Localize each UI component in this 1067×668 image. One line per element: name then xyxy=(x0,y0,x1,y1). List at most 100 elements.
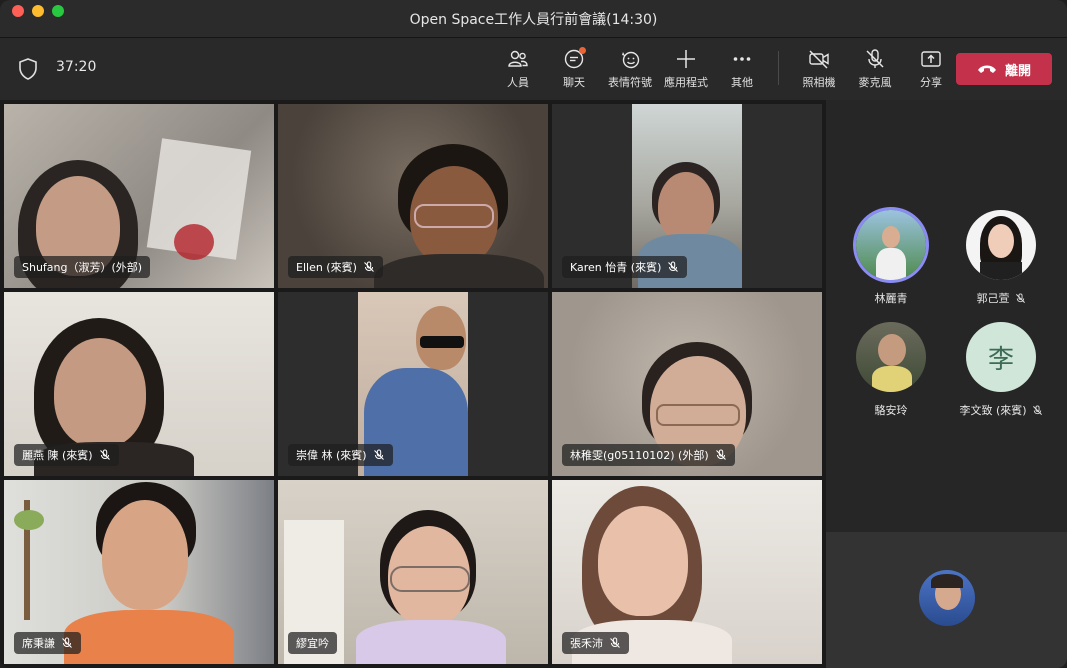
hang-up-icon xyxy=(977,65,996,73)
panel-participant-name: 林麗青 xyxy=(875,290,908,306)
participant-panel: 林麗青 郭己萱 駱安玲 李 李文致 (來賓) xyxy=(826,100,1067,532)
apps-label: 應用程式 xyxy=(664,76,708,89)
participant-name: 駱安玲 xyxy=(874,404,908,417)
avatar-hair xyxy=(931,574,963,588)
title-bar: Open Space工作人員行前會議(14:30) xyxy=(0,0,1067,38)
camera-button[interactable]: 照相機 xyxy=(791,46,847,92)
emoji-icon xyxy=(622,51,640,69)
person-body xyxy=(64,610,234,664)
share-icon xyxy=(921,51,941,67)
minimize-window-button[interactable] xyxy=(32,5,44,17)
chat-label: 聊天 xyxy=(563,76,585,89)
avatar-body xyxy=(872,366,912,392)
self-view[interactable] xyxy=(826,532,1067,668)
plus-icon xyxy=(677,50,695,68)
teams-meeting-window: Open Space工作人員行前會議(14:30) 37:20 人員 聊天 表情… xyxy=(0,0,1067,668)
person-body xyxy=(356,620,506,664)
avatar-body xyxy=(876,248,906,280)
apps-button[interactable]: 應用程式 xyxy=(658,46,714,92)
more-label: 其他 xyxy=(731,76,753,89)
video-tile[interactable]: 崇偉 林 (來賓) xyxy=(278,292,548,476)
avatar-face xyxy=(988,224,1014,258)
participant-nametag: 繆宜吟 xyxy=(288,632,337,654)
avatar-body xyxy=(980,262,1022,280)
mic-off-icon xyxy=(610,637,620,648)
avatar xyxy=(919,570,975,626)
unread-dot xyxy=(579,47,586,54)
panel-participant[interactable]: 林麗青 xyxy=(836,210,946,306)
panel-participant[interactable]: 駱安玲 xyxy=(836,322,946,418)
participant-name: 席秉謙 xyxy=(22,637,55,650)
mic-off-icon xyxy=(668,261,679,272)
camera-label: 照相機 xyxy=(802,76,836,89)
participant-name: 郭己萱 xyxy=(976,292,1010,305)
video-tile[interactable]: 林稚雯(g05110102) (外部) xyxy=(552,292,822,476)
video-tile[interactable]: 張禾沛 xyxy=(552,480,822,664)
mic-off-icon xyxy=(62,637,72,648)
participant-nametag: 林稚雯(g05110102) (外部) xyxy=(562,444,735,466)
wall-tree-leaf xyxy=(14,510,44,530)
panel-participant-name: 郭己萱 xyxy=(977,290,1026,306)
person-face xyxy=(658,172,714,242)
avatar xyxy=(856,322,926,392)
people-label: 人員 xyxy=(507,76,529,89)
mic-off-icon xyxy=(99,449,110,460)
mic-button[interactable]: 麥克風 xyxy=(847,46,903,92)
video-tile[interactable]: 麗燕 陳 (來賓) xyxy=(4,292,274,476)
more-button[interactable]: 其他 xyxy=(714,46,770,92)
person-body xyxy=(374,254,544,288)
meeting-toolbar: 37:20 人員 聊天 表情符號 應用程式 其他 照相機 麥克風 分享 離開 xyxy=(0,38,1067,100)
participant-nametag: 席秉謙 xyxy=(14,632,81,654)
panel-participant[interactable]: 郭己萱 xyxy=(946,210,1056,306)
close-window-button[interactable] xyxy=(12,5,24,17)
shield-icon[interactable] xyxy=(18,58,38,80)
avatar-initial: 李 xyxy=(966,322,1036,392)
participant-nametag: Karen 怡青 (來賓) xyxy=(562,256,688,278)
panel-participant[interactable]: 李 李文致 (來賓) xyxy=(946,322,1056,418)
participant-nametag: 崇偉 林 (來賓) xyxy=(288,444,393,466)
participant-nametag: Shufang（淑芳）(外部) xyxy=(14,256,151,278)
video-tile[interactable]: Ellen (來賓) xyxy=(278,104,548,288)
glasses xyxy=(656,404,740,426)
emoji-button[interactable]: 表情符號 xyxy=(602,46,658,92)
mic-off-icon xyxy=(715,449,726,460)
panel-participant-name: 李文致 (來賓) xyxy=(959,402,1042,418)
participant-name: Shufang（淑芳）(外部) xyxy=(22,261,143,274)
chat-button[interactable]: 聊天 xyxy=(546,46,602,92)
share-button[interactable]: 分享 xyxy=(903,46,959,92)
participant-name: 麗燕 陳 (來賓) xyxy=(22,449,93,462)
avatar xyxy=(856,210,926,280)
video-tile[interactable]: Karen 怡青 (來賓) xyxy=(552,104,822,288)
participant-nametag: 麗燕 陳 (來賓) xyxy=(14,444,119,466)
video-tile[interactable]: 席秉謙 xyxy=(4,480,274,664)
maximize-window-button[interactable] xyxy=(52,5,64,17)
share-label: 分享 xyxy=(920,76,942,89)
sunglasses xyxy=(420,336,464,348)
people-button[interactable]: 人員 xyxy=(490,46,546,92)
background-red-mark xyxy=(174,224,214,260)
window-controls xyxy=(12,5,64,17)
avatar-face xyxy=(882,226,900,248)
emoji-label: 表情符號 xyxy=(608,76,652,89)
glasses xyxy=(390,566,470,592)
participant-name: 繆宜吟 xyxy=(296,637,329,650)
participant-name: Ellen (來賓) xyxy=(296,261,357,274)
mic-off-icon xyxy=(1032,404,1042,415)
panel-participant-name: 駱安玲 xyxy=(875,402,908,418)
participant-name: Karen 怡青 (來賓) xyxy=(570,261,662,274)
person-face xyxy=(54,338,146,448)
participant-name: 張禾沛 xyxy=(570,637,603,650)
video-tile[interactable]: 繆宜吟 xyxy=(278,480,548,664)
participant-name: 林稚雯(g05110102) (外部) xyxy=(570,449,709,462)
video-tile[interactable]: Shufang（淑芳）(外部) xyxy=(4,104,274,288)
mic-label: 麥克風 xyxy=(858,76,892,89)
mic-off-icon xyxy=(373,449,384,460)
person-face xyxy=(598,506,688,616)
mic-off-icon xyxy=(866,49,884,68)
leave-button[interactable]: 離開 xyxy=(956,53,1052,85)
mic-off-icon xyxy=(364,261,374,272)
participant-nametag: Ellen (來賓) xyxy=(288,256,383,278)
mic-off-icon xyxy=(1015,292,1025,303)
person-face xyxy=(102,500,188,610)
avatar xyxy=(966,210,1036,280)
